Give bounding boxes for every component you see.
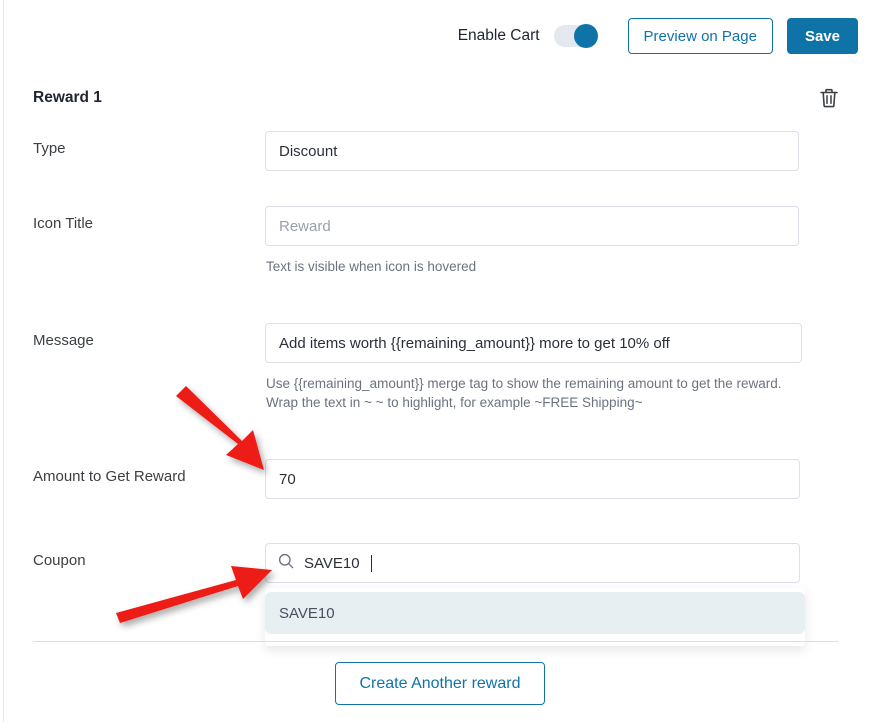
- message-input[interactable]: [265, 323, 802, 363]
- type-input[interactable]: [265, 131, 799, 171]
- message-label: Message: [33, 332, 94, 349]
- message-hint-line-2: Wrap the text in ~ ~ to highlight, for e…: [266, 395, 643, 410]
- create-another-reward-button[interactable]: Create Another reward: [334, 662, 546, 705]
- coupon-label: Coupon: [33, 552, 86, 569]
- amount-input[interactable]: [265, 459, 800, 499]
- reward-header: Reward 1: [33, 87, 839, 109]
- section-divider: [33, 641, 838, 642]
- enable-cart-toggle[interactable]: [553, 24, 598, 48]
- coupon-search-value: SAVE10: [304, 554, 360, 572]
- coupon-search-input[interactable]: SAVE10: [265, 543, 800, 583]
- enable-cart-label: Enable Cart: [457, 27, 540, 44]
- text-caret: [370, 554, 372, 572]
- toggle-knob: [573, 24, 598, 48]
- coupon-suggestions-dropdown: SAVE10: [265, 588, 805, 646]
- content-left-border: [3, 0, 4, 722]
- enable-cart-control: Enable Cart: [457, 24, 598, 48]
- trash-icon: [819, 88, 839, 112]
- coupon-suggestion-item[interactable]: SAVE10: [265, 592, 805, 634]
- top-toolbar: Enable Cart Preview on Page Save: [0, 0, 880, 72]
- message-hint-line-1: Use {{remaining_amount}} merge tag to sh…: [266, 376, 782, 391]
- icon-title-label: Icon Title: [33, 215, 94, 232]
- save-button[interactable]: Save: [786, 18, 858, 54]
- annotation-arrow-coupon: [116, 566, 272, 623]
- type-label: Type: [33, 140, 66, 157]
- icon-title-hint: Text is visible when icon is hovered: [266, 259, 477, 274]
- reward-title: Reward 1: [33, 89, 102, 106]
- amount-label: Amount to Get Reward: [33, 468, 186, 485]
- form-footer: Create Another reward: [0, 662, 880, 705]
- search-icon: [278, 553, 294, 574]
- annotation-arrow-amount: [176, 386, 264, 470]
- preview-on-page-button[interactable]: Preview on Page: [627, 18, 773, 54]
- delete-reward-button[interactable]: [819, 87, 839, 109]
- icon-title-input[interactable]: [265, 206, 799, 246]
